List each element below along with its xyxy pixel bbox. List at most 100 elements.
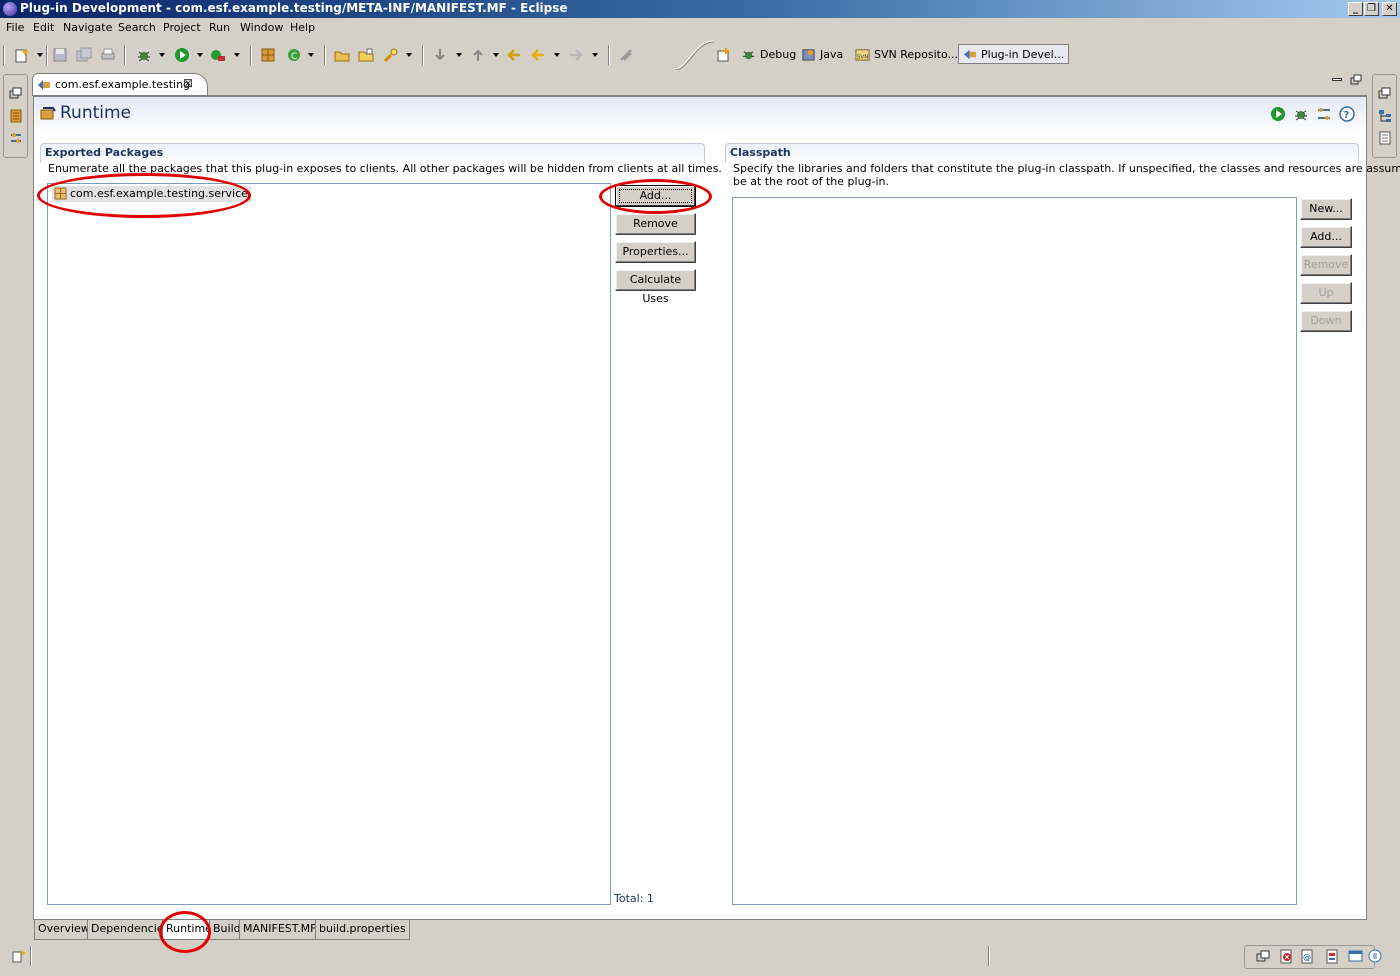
- console-view-icon[interactable]: [1348, 949, 1363, 964]
- new-dropdown-icon[interactable]: [37, 53, 43, 57]
- restore-view-icon[interactable]: [9, 87, 23, 101]
- status-separator: [30, 946, 32, 966]
- new-class-icon[interactable]: C: [286, 47, 302, 63]
- move-down-button[interactable]: Down: [1300, 310, 1352, 332]
- close-window-button[interactable]: ✕: [1382, 2, 1397, 16]
- save-icon[interactable]: [52, 47, 68, 63]
- add-package-button-label: Add...: [639, 189, 672, 202]
- exported-packages-description: Enumerate all the packages that this plu…: [48, 162, 722, 175]
- tab-build-properties[interactable]: build.properties: [315, 920, 410, 940]
- external-tools-dropdown-icon[interactable]: [234, 53, 240, 57]
- forward-dropdown-icon[interactable]: [592, 53, 598, 57]
- perspective-plugin-development[interactable]: Plug-in Devel...: [958, 44, 1070, 64]
- search-flashlight-icon[interactable]: [383, 47, 399, 63]
- menu-edit[interactable]: Edit: [33, 21, 54, 34]
- previous-annotation-icon[interactable]: [470, 47, 486, 63]
- open-resource-icon[interactable]: [358, 47, 374, 63]
- external-tools-icon[interactable]: [210, 47, 226, 63]
- left-trim-bar: [3, 74, 28, 158]
- debug-bug-icon[interactable]: [136, 47, 152, 63]
- remove-library-button[interactable]: Remove: [1300, 254, 1352, 276]
- debug-dropdown-icon[interactable]: [159, 53, 165, 57]
- new-plugin-project-icon[interactable]: [260, 47, 276, 63]
- classpath-list[interactable]: [732, 197, 1297, 905]
- minimize-window-button[interactable]: _: [1348, 2, 1363, 16]
- fast-view-icon[interactable]: [12, 949, 28, 963]
- classpath-description-line1: Specify the libraries and folders that c…: [733, 162, 1400, 175]
- menu-project[interactable]: Project: [163, 21, 201, 34]
- package-properties-button[interactable]: Properties...: [615, 241, 696, 263]
- toolbar-separator: [422, 45, 424, 65]
- toolbar-separator: [124, 45, 126, 65]
- status-bar: [0, 944, 1400, 976]
- tab-manifest-mf[interactable]: MANIFEST.MF: [239, 920, 321, 940]
- move-up-button[interactable]: Up: [1300, 282, 1352, 304]
- run-icon[interactable]: [174, 47, 190, 63]
- export-wizard-icon[interactable]: [1316, 106, 1332, 122]
- add-library-button[interactable]: Add...: [1300, 226, 1352, 248]
- menu-run[interactable]: Run: [209, 21, 230, 34]
- debug-bug-icon[interactable]: [1293, 106, 1309, 122]
- outline-view-icon[interactable]: [1378, 109, 1392, 123]
- plugins-view-icon[interactable]: [9, 131, 23, 145]
- calculate-uses-button[interactable]: Calculate Uses: [615, 269, 696, 305]
- next-annotation-dropdown-icon[interactable]: [456, 53, 462, 57]
- new-library-button[interactable]: New...: [1300, 198, 1352, 220]
- classpath-section-header: [725, 143, 1359, 163]
- restore-view-icon[interactable]: [1256, 949, 1271, 964]
- perspective-debug[interactable]: Debug: [738, 45, 800, 65]
- task-list-icon[interactable]: [1378, 131, 1392, 145]
- last-edit-location-icon[interactable]: [506, 47, 522, 63]
- perspective-svn-label: SVN Reposito...: [874, 48, 958, 61]
- package-explorer-icon[interactable]: [9, 109, 23, 123]
- add-package-button[interactable]: Add...: [615, 185, 696, 207]
- open-type-icon[interactable]: [334, 47, 350, 63]
- menu-window[interactable]: Window: [240, 21, 283, 34]
- svn-repository-icon: SVN: [855, 49, 870, 61]
- exported-packages-list[interactable]: [47, 183, 611, 905]
- minimize-editor-icon[interactable]: [1332, 78, 1342, 81]
- next-annotation-icon[interactable]: [432, 47, 448, 63]
- menu-navigate[interactable]: Navigate: [63, 21, 112, 34]
- perspective-java[interactable]: Java: [798, 45, 847, 65]
- plugin-manifest-icon: [38, 80, 50, 90]
- javadoc-view-icon[interactable]: @: [1300, 949, 1315, 964]
- restore-window-button[interactable]: ❐: [1364, 2, 1379, 16]
- progress-view-icon[interactable]: [1368, 949, 1383, 964]
- toolbar-separator: [250, 45, 252, 65]
- help-icon[interactable]: ?: [1339, 106, 1355, 122]
- back-icon[interactable]: [530, 47, 546, 63]
- remove-package-button[interactable]: Remove: [615, 213, 696, 235]
- print-icon[interactable]: [100, 47, 116, 63]
- editor-tab[interactable]: com.esf.example.testing ⊠: [32, 73, 208, 96]
- problems-view-icon[interactable]: [1279, 949, 1294, 964]
- menu-file[interactable]: File: [6, 21, 24, 34]
- save-all-icon[interactable]: [76, 47, 92, 63]
- declaration-view-icon[interactable]: [1325, 949, 1340, 964]
- perspective-java-label: Java: [820, 48, 844, 61]
- pin-editor-icon[interactable]: [618, 47, 634, 63]
- classpath-title: Classpath: [730, 146, 791, 159]
- new-class-dropdown-icon[interactable]: [308, 53, 314, 57]
- maximize-editor-icon[interactable]: [1350, 74, 1362, 86]
- perspective-svn[interactable]: SVN SVN Reposito...: [852, 45, 962, 65]
- menu-help[interactable]: Help: [290, 21, 315, 34]
- classpath-description-line2: be at the root of the plug-in.: [733, 175, 890, 188]
- back-dropdown-icon[interactable]: [554, 53, 560, 57]
- package-name: com.esf.example.testing.service: [70, 187, 248, 200]
- restore-view-icon[interactable]: [1378, 87, 1392, 101]
- list-item[interactable]: com.esf.example.testing.service: [52, 186, 251, 202]
- run-icon[interactable]: [1270, 106, 1286, 122]
- debug-bug-icon: [742, 51, 755, 60]
- open-perspective-icon[interactable]: [716, 47, 732, 63]
- previous-annotation-dropdown-icon[interactable]: [493, 53, 499, 57]
- tab-dependencies[interactable]: Dependencies: [87, 920, 174, 940]
- search-dropdown-icon[interactable]: [406, 53, 412, 57]
- close-icon[interactable]: ⊠: [183, 76, 193, 90]
- tab-runtime[interactable]: Runtime: [162, 920, 216, 940]
- forward-icon[interactable]: [568, 47, 584, 63]
- new-wizard-icon[interactable]: [14, 47, 30, 63]
- tab-overview[interactable]: Overview: [34, 920, 94, 940]
- menu-search[interactable]: Search: [118, 21, 156, 34]
- run-dropdown-icon[interactable]: [197, 53, 203, 57]
